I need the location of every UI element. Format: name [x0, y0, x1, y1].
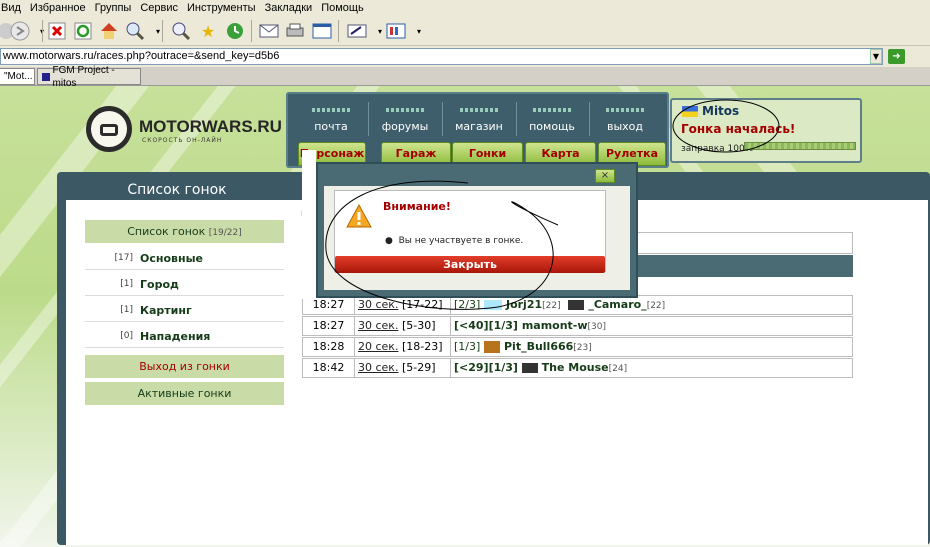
race-time: 18:28 [303, 338, 355, 356]
main-navigation: почта форумы магазин помощь выход Персон… [286, 92, 669, 168]
menu-bookmarks[interactable]: Закладки [265, 2, 313, 14]
race-category-attacks[interactable]: [0] Нападения [85, 325, 284, 348]
category-count: [0] [120, 331, 133, 341]
category-label: Город [140, 278, 179, 291]
tools-dropdown-icon[interactable]: ▾ [407, 19, 431, 43]
category-count: [17] [114, 253, 133, 263]
menu-service[interactable]: Сервис [140, 2, 178, 14]
modal-close-x-button[interactable]: × [595, 169, 615, 183]
left-panel-title: Список гонок [127, 182, 227, 198]
nav-mail[interactable]: почта [296, 98, 366, 138]
site-logo[interactable]: MOTORWARS.RU скорость он-лайн [86, 106, 286, 152]
favorites-star-icon[interactable]: ★ [196, 19, 220, 43]
tools-icon[interactable] [384, 19, 408, 43]
edit-icon[interactable] [345, 19, 369, 43]
table-row[interactable]: 18:28 20 сек. [18-23] [1/3] Pit_Bull666[… [302, 337, 853, 357]
race-category-main[interactable]: [17] Основные [85, 247, 284, 270]
category-count: [1] [120, 279, 133, 289]
logo-tagline: скорость он-лайн [142, 137, 223, 144]
player-name[interactable]: The Mouse [542, 361, 609, 374]
address-dropdown-icon[interactable]: ▼ [870, 49, 882, 64]
race-category-karting[interactable]: [1] Картинг [85, 299, 284, 322]
race-list-header[interactable]: Список гонок [19/22] [85, 220, 284, 243]
stop-icon[interactable] [45, 19, 69, 43]
menu-favorites[interactable]: Избранное [30, 2, 86, 14]
category-label: Основные [140, 252, 203, 265]
category-count: [1] [120, 305, 133, 315]
logo-title: MOTORWARS.RU [139, 117, 282, 136]
zoom-icon[interactable] [123, 19, 147, 43]
nav-help[interactable]: помощь [517, 98, 587, 138]
refresh-icon[interactable] [71, 19, 95, 43]
page-icon [42, 72, 50, 81]
browser-toolbar: ▾ ▾ ★ ▾ ▾ [0, 16, 930, 46]
menu-help[interactable]: Помощь [321, 2, 364, 14]
race-category-city[interactable]: [1] Город [85, 273, 284, 296]
go-button-icon[interactable]: ➜ [888, 49, 905, 64]
car-avatar-icon [568, 300, 585, 310]
race-participants: [<29][1/3] The Mouse[24] [454, 361, 628, 374]
nav-exit[interactable]: выход [590, 98, 660, 138]
hand-drawn-circle [325, 180, 559, 310]
menu-tools[interactable]: Инструменты [187, 2, 256, 14]
race-duration: 30 сек. [5-29] [355, 359, 451, 377]
browser-tab-active[interactable]: "Mot... [0, 68, 35, 85]
logo-icon [86, 106, 132, 152]
forward-icon[interactable] [8, 19, 32, 43]
history-icon[interactable] [223, 19, 247, 43]
browser-menubar: Вид Избранное Группы Сервис Инструменты … [0, 0, 930, 16]
browser-tab-label: "Mot... [4, 71, 33, 82]
address-input[interactable]: www.motorwars.ru/races.php?outrace=&send… [0, 48, 883, 65]
hand-drawn-circle [672, 99, 780, 153]
search-icon[interactable] [169, 19, 193, 43]
player-avatar-icon [484, 341, 501, 353]
race-duration-link[interactable]: 30 сек. [358, 361, 398, 374]
window-icon[interactable] [310, 19, 334, 43]
race-time: 18:42 [303, 359, 355, 377]
category-label: Нападения [140, 330, 211, 343]
race-list-count: [19/22] [208, 228, 242, 238]
player-name[interactable]: Pit_Bull666 [504, 340, 573, 353]
race-duration-link[interactable]: 30 сек. [358, 319, 398, 332]
player-name[interactable]: _Camaro_ [588, 298, 646, 311]
nav-shop[interactable]: магазин [444, 98, 514, 138]
exit-race-button[interactable]: Выход из гонки [85, 355, 284, 378]
player-name[interactable]: mamont-w [522, 319, 588, 332]
address-bar: www.motorwars.ru/races.php?outrace=&send… [0, 46, 930, 67]
zoom-dropdown-icon[interactable]: ▾ [146, 19, 170, 43]
modal-shadow [302, 150, 316, 299]
home-icon[interactable] [97, 19, 121, 43]
race-list-label: Список гонок [127, 225, 206, 238]
menu-groups[interactable]: Группы [95, 2, 132, 14]
table-row[interactable]: 18:42 30 сек. [5-29] [<29][1/3] The Mous… [302, 358, 853, 378]
car-avatar-icon [521, 363, 538, 373]
browser-tab-fgm[interactable]: FGM Project - mitos [37, 65, 141, 89]
mail-icon[interactable] [257, 19, 281, 43]
menu-view[interactable]: Вид [1, 2, 21, 14]
race-duration-link[interactable]: 20 сек. [358, 340, 398, 353]
category-label: Картинг [140, 304, 192, 317]
nav-forums[interactable]: форумы [370, 98, 440, 138]
browser-tabbar: "Mot... FGM Project - mitos [0, 65, 930, 89]
race-participants: [1/3] Pit_Bull666[23] [454, 340, 592, 353]
print-icon[interactable] [283, 19, 307, 43]
race-duration: 20 сек. [18-23] [355, 338, 451, 356]
active-races-button[interactable]: Активные гонки [85, 382, 284, 405]
